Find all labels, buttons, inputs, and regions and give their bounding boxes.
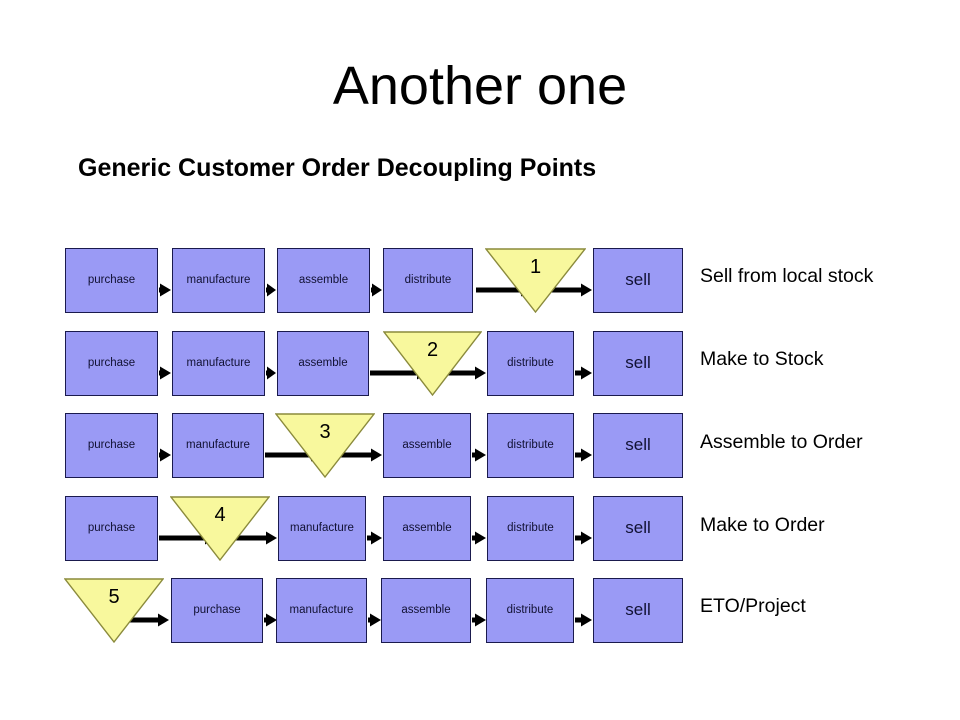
process-box-label: assemble [401, 604, 451, 617]
flow-arrow-icon [472, 448, 486, 462]
process-box-label: sell [625, 518, 651, 538]
process-box-sell[interactable]: sell [593, 331, 683, 396]
strategy-label-2: Make to Stock [700, 348, 824, 370]
process-box-label: distribute [507, 357, 554, 370]
flow-arrow-icon [575, 448, 592, 462]
strategy-label-5: ETO/Project [700, 595, 806, 617]
process-box-label: distribute [404, 274, 452, 287]
decoupling-point-triangle-2[interactable]: 2 [383, 331, 482, 396]
decoupling-point-triangle-3[interactable]: 3 [275, 413, 375, 478]
process-box-label: distribute [507, 439, 554, 452]
process-box-sell[interactable]: sell [593, 248, 683, 313]
flow-arrow-icon [575, 613, 592, 627]
process-box-label: purchase [87, 274, 136, 287]
process-box-purchase[interactable]: purchase [65, 331, 158, 396]
process-box-label: purchase [193, 604, 241, 617]
process-box-label: purchase [87, 439, 136, 452]
flow-arrow-icon [575, 366, 592, 380]
flow-arrow-icon [371, 283, 382, 297]
process-box-label: manufacture [290, 522, 354, 535]
process-box-sell[interactable]: sell [593, 578, 683, 643]
process-box-assemble[interactable]: assemble [383, 413, 471, 478]
process-box-assemble[interactable]: assemble [277, 248, 370, 313]
process-box-label: distribute [507, 522, 554, 535]
process-box-label: assemble [298, 274, 349, 287]
process-box-label: distribute [506, 604, 554, 617]
flow-arrow-icon [472, 613, 486, 627]
flow-arrow-icon [159, 283, 171, 297]
process-box-label: sell [625, 435, 651, 455]
process-box-label: sell [625, 270, 651, 290]
flow-arrow-icon [367, 531, 382, 545]
process-box-manufacture[interactable]: manufacture [172, 248, 265, 313]
process-box-label: manufacture [186, 357, 251, 370]
process-box-label: purchase [87, 357, 136, 370]
decoupling-point-triangle-1[interactable]: 1 [485, 248, 586, 313]
process-box-label: manufacture [186, 274, 251, 287]
process-box-assemble[interactable]: assemble [383, 496, 471, 561]
process-box-label: assemble [298, 357, 348, 370]
process-box-label: assemble [402, 439, 452, 452]
flow-arrow-icon [575, 531, 592, 545]
process-box-manufacture[interactable]: manufacture [276, 578, 367, 643]
process-chain-row: purchase manufacture assemble distribute sel… [0, 570, 960, 670]
strategy-label-4: Make to Order [700, 514, 825, 536]
strategy-label-3: Assemble to Order [700, 431, 863, 453]
process-box-label: manufacture [289, 604, 354, 617]
process-box-assemble[interactable]: assemble [381, 578, 471, 643]
process-box-manufacture[interactable]: manufacture [172, 413, 264, 478]
process-box-distribute[interactable]: distribute [487, 331, 574, 396]
flow-arrow-icon [266, 283, 276, 297]
process-box-purchase[interactable]: purchase [65, 413, 158, 478]
process-box-distribute[interactable]: distribute [487, 413, 574, 478]
process-box-purchase[interactable]: purchase [171, 578, 263, 643]
process-box-assemble[interactable]: assemble [277, 331, 369, 396]
process-box-label: sell [625, 600, 651, 620]
strategy-label-1: Sell from local stock [700, 265, 874, 287]
slide-canvas: Another one Generic Customer Order Decou… [0, 0, 960, 720]
process-box-purchase[interactable]: purchase [65, 496, 158, 561]
flow-arrow-icon [368, 613, 381, 627]
decoupling-point-triangle-4[interactable]: 4 [170, 496, 270, 561]
flow-arrow-icon [159, 448, 171, 462]
process-box-sell[interactable]: sell [593, 496, 683, 561]
flow-arrow-icon [266, 366, 276, 380]
process-box-distribute[interactable]: distribute [487, 496, 574, 561]
process-box-distribute[interactable]: distribute [383, 248, 473, 313]
process-box-distribute[interactable]: distribute [486, 578, 574, 643]
process-box-manufacture[interactable]: manufacture [278, 496, 366, 561]
process-box-label: assemble [402, 522, 452, 535]
process-box-purchase[interactable]: purchase [65, 248, 158, 313]
process-box-manufacture[interactable]: manufacture [172, 331, 265, 396]
process-box-label: manufacture [186, 439, 250, 452]
decoupling-point-triangle-5[interactable]: 5 [64, 578, 164, 643]
flow-arrow-icon [159, 366, 171, 380]
process-box-label: purchase [87, 522, 136, 535]
flow-arrow-icon [472, 531, 486, 545]
decoupling-point-diagram: purchase manufacture assemble distribute sel… [0, 0, 960, 720]
process-box-sell[interactable]: sell [593, 413, 683, 478]
process-box-label: sell [625, 353, 651, 373]
